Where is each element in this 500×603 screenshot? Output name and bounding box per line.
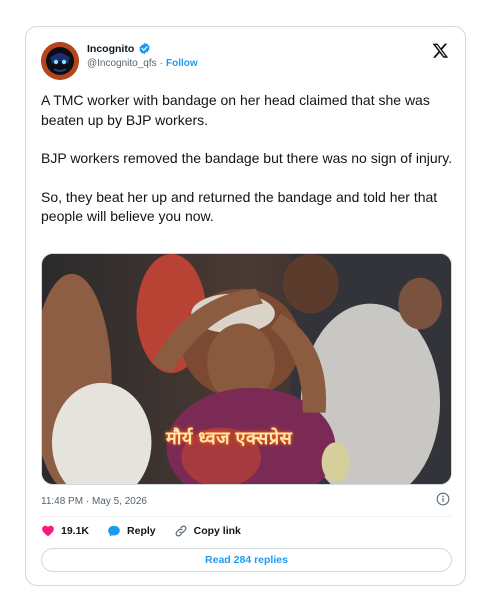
copy-link-label: Copy link <box>193 525 241 537</box>
info-icon[interactable] <box>436 492 450 506</box>
tweet-paragraph: BJP workers removed the bandage but ther… <box>41 150 453 166</box>
tweet-paragraph: A TMC worker with bandage on her head cl… <box>41 92 430 128</box>
divider <box>41 516 452 517</box>
author-handle[interactable]: @Incognito_qfs <box>87 58 157 69</box>
action-bar: 19.1K Reply Copy link <box>41 522 241 540</box>
tweet-text: A TMC worker with bandage on her head cl… <box>41 91 456 246</box>
author-name[interactable]: Incognito <box>87 43 134 55</box>
media-watermark: मौर्य ध्वज एक्सप्रेस <box>166 428 293 448</box>
like-count: 19.1K <box>61 525 90 537</box>
author-name-row: Incognito <box>87 42 151 55</box>
reply-bubble-icon <box>107 524 121 538</box>
tweet-timestamp[interactable]: 11:48 PM · May 5, 2026 <box>41 496 147 507</box>
verified-badge-icon <box>138 42 151 55</box>
avatar-image <box>41 42 79 80</box>
author-avatar[interactable] <box>41 42 79 80</box>
tweet-paragraph: So, they beat her up and returned the ba… <box>41 188 438 225</box>
x-logo-icon[interactable] <box>432 42 449 59</box>
tweet-media[interactable]: मौर्य ध्वज एक्सप्रेस <box>41 253 452 485</box>
reply-label: Reply <box>127 525 156 537</box>
handle-separator: · <box>159 58 163 69</box>
follow-button[interactable]: Follow <box>166 58 198 69</box>
timestamp-row: 11:48 PM · May 5, 2026 <box>41 491 452 507</box>
reply-button[interactable]: Reply <box>107 524 156 538</box>
author-handle-row: @Incognito_qfs · Follow <box>87 58 198 69</box>
read-replies-button[interactable]: Read 284 replies <box>41 548 452 572</box>
tweet-card: Incognito @Incognito_qfs · Follow A TMC … <box>25 26 466 586</box>
link-icon <box>174 524 188 538</box>
copy-link-button[interactable]: Copy link <box>174 524 241 538</box>
like-button[interactable]: 19.1K <box>41 524 89 538</box>
heart-icon <box>41 524 55 538</box>
